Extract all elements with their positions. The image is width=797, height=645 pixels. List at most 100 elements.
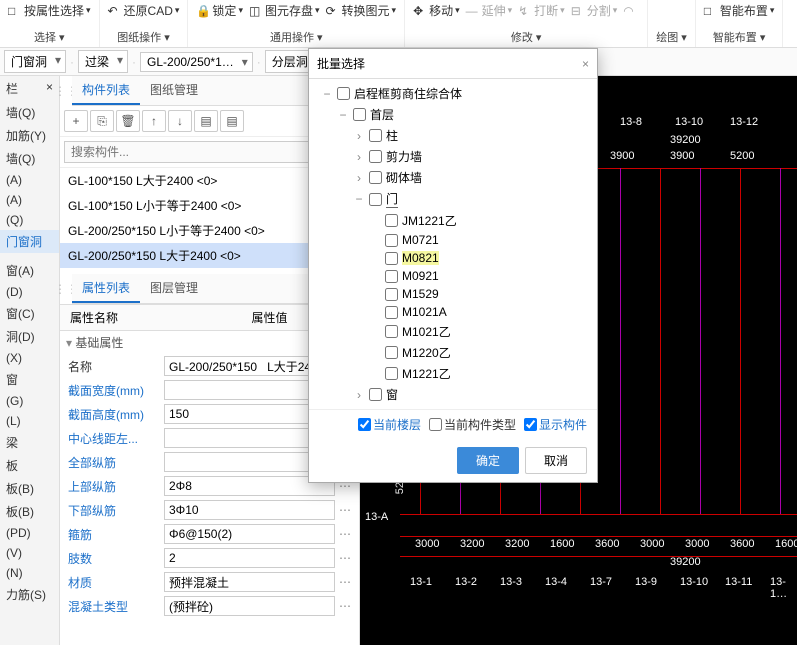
tree-node[interactable]: M1220乙 xyxy=(317,342,589,363)
sidebar-item[interactable]: 洞(D) xyxy=(0,325,59,348)
tree-label[interactable]: JM1221乙 xyxy=(402,212,457,229)
sidebar-item[interactable]: 墙(Q) xyxy=(0,147,59,170)
tree-label[interactable]: 砌体墙 xyxy=(386,169,422,186)
toolbar-button[interactable]: ↑ xyxy=(142,110,166,132)
tree-checkbox[interactable] xyxy=(337,87,350,100)
property-label[interactable]: 全部纵筋 xyxy=(64,454,164,471)
sidebar-item[interactable]: 板(B) xyxy=(0,500,59,523)
tree-checkbox[interactable] xyxy=(369,150,382,163)
tree-node[interactable]: − 首层 xyxy=(317,104,589,125)
sidebar-item[interactable]: (N) xyxy=(0,563,59,583)
tree-node[interactable]: JM1221乙 xyxy=(317,210,589,231)
panel-tab[interactable]: 构件列表 xyxy=(72,76,140,105)
tree-node[interactable]: ›窗 xyxy=(317,384,589,405)
toolbar-button[interactable]: + xyxy=(64,110,88,132)
sidebar-item[interactable]: 板(B) xyxy=(0,477,59,500)
property-more-icon[interactable]: ⋯ xyxy=(335,599,355,613)
tree-label[interactable]: M1021A xyxy=(402,305,447,319)
tree-checkbox[interactable] xyxy=(385,270,398,283)
property-label[interactable]: 截面高度(mm) xyxy=(64,406,164,423)
tree-label[interactable]: 剪力墙 xyxy=(386,148,422,165)
panel-tab[interactable]: 图纸管理 xyxy=(140,76,208,105)
toolbar-button[interactable]: 🗑 xyxy=(116,110,140,132)
sidebar-item[interactable]: (PD) xyxy=(0,523,59,543)
sidebar-item[interactable]: (Q) xyxy=(0,210,59,230)
ribbon-button[interactable]: ↶还原CAD ▾ xyxy=(108,2,180,19)
property-label[interactable]: 中心线距左... xyxy=(64,430,164,447)
tree-label[interactable]: 门 xyxy=(386,190,398,208)
sidebar-item[interactable]: 梁 xyxy=(0,431,59,454)
tree-node[interactable]: › 剪力墙 xyxy=(317,146,589,167)
tree-checkbox[interactable] xyxy=(385,234,398,247)
check-current-type[interactable]: 当前构件类型 xyxy=(429,416,516,433)
property-label[interactable]: 肢数 xyxy=(64,550,164,567)
property-more-icon[interactable]: ⋯ xyxy=(335,527,355,541)
toolbar-button[interactable]: ⎘ xyxy=(90,110,114,132)
sidebar-item[interactable]: (A) xyxy=(0,170,59,190)
sidebar-item[interactable]: 窗(A) xyxy=(0,259,59,282)
sidebar-item[interactable]: 板 xyxy=(0,454,59,477)
tree-node[interactable]: −门 xyxy=(317,188,589,210)
sidebar-item[interactable]: (A) xyxy=(0,190,59,210)
ribbon-button[interactable]: —延伸 ▾ xyxy=(466,2,513,19)
tree-checkbox[interactable] xyxy=(385,214,398,227)
tree-node[interactable]: M1221乙 xyxy=(317,363,589,384)
context-dropdown[interactable]: GL-200/250*1… xyxy=(140,52,253,72)
drag-handle-icon[interactable]: ⋮⋮ xyxy=(60,274,72,304)
ribbon-button[interactable]: ↯打断 ▾ xyxy=(518,2,565,19)
tree-checkbox[interactable] xyxy=(369,129,382,142)
tree-label[interactable]: 启程框剪商住综合体 xyxy=(354,85,462,102)
property-more-icon[interactable]: ⋯ xyxy=(335,551,355,565)
property-input[interactable] xyxy=(164,572,335,592)
sidebar-item[interactable]: 窗 xyxy=(0,368,59,391)
tree-node[interactable]: › 砌体墙 xyxy=(317,167,589,188)
expand-icon[interactable]: › xyxy=(353,150,365,164)
close-icon[interactable]: × xyxy=(46,80,53,97)
tree-checkbox[interactable] xyxy=(385,367,398,380)
tree-checkbox[interactable] xyxy=(369,388,382,401)
tree-label[interactable]: M1221乙 xyxy=(402,365,451,382)
sidebar-item[interactable]: (X) xyxy=(0,348,59,368)
ribbon-button[interactable]: ◠ xyxy=(623,4,639,18)
ribbon-button[interactable]: ◫图元存盘 ▾ xyxy=(249,2,320,19)
property-label[interactable]: 名称 xyxy=(64,358,164,375)
tree-checkbox[interactable] xyxy=(369,193,382,206)
ribbon-button[interactable]: □按属性选择 ▾ xyxy=(8,2,91,19)
ribbon-group-label[interactable]: 选择 ▾ xyxy=(34,29,65,45)
sidebar-tab[interactable]: 栏 xyxy=(6,80,18,97)
sidebar-item[interactable]: (V) xyxy=(0,543,59,563)
context-dropdown[interactable]: 门窗洞 xyxy=(4,50,66,73)
ribbon-group-label[interactable]: 通用操作 ▾ xyxy=(270,29,323,45)
expand-icon[interactable]: − xyxy=(337,108,349,122)
expand-icon[interactable]: › xyxy=(353,171,365,185)
ribbon-group-label[interactable]: 智能布置 ▾ xyxy=(713,29,766,45)
property-more-icon[interactable]: ⋯ xyxy=(335,503,355,517)
tree-label[interactable]: 柱 xyxy=(386,127,398,144)
property-input[interactable] xyxy=(164,548,335,568)
ribbon-group-label[interactable]: 修改 ▾ xyxy=(511,29,542,45)
ribbon-button[interactable]: ✥移动 ▾ xyxy=(413,2,460,19)
tree-checkbox[interactable] xyxy=(385,306,398,319)
context-dropdown[interactable]: 过梁 xyxy=(78,50,128,73)
property-input[interactable] xyxy=(164,524,335,544)
close-icon[interactable]: × xyxy=(582,57,589,71)
property-more-icon[interactable]: ⋯ xyxy=(335,575,355,589)
tree-label[interactable]: 窗 xyxy=(386,386,398,403)
tree-checkbox[interactable] xyxy=(353,108,366,121)
tree-label[interactable]: M0921 xyxy=(402,269,439,283)
tree-node[interactable]: M0721 xyxy=(317,231,589,249)
tree-node[interactable]: M0921 xyxy=(317,267,589,285)
property-label[interactable]: 箍筋 xyxy=(64,526,164,543)
tree-node[interactable]: M0821 xyxy=(317,249,589,267)
sidebar-item[interactable]: 加筋(Y) xyxy=(0,124,59,147)
sidebar-item[interactable]: (D) xyxy=(0,282,59,302)
ribbon-button[interactable]: ⟳转换图元 ▾ xyxy=(326,2,397,19)
tree-label[interactable]: 首层 xyxy=(370,106,394,123)
tree-node[interactable]: ›柱 xyxy=(317,125,589,146)
sidebar-item[interactable]: 窗(C) xyxy=(0,302,59,325)
tree-node[interactable]: M1529 xyxy=(317,285,589,303)
ribbon-button[interactable]: 🔒锁定 ▾ xyxy=(196,2,243,19)
expand-icon[interactable]: › xyxy=(353,129,365,143)
ribbon-group-label[interactable]: 图纸操作 ▾ xyxy=(117,29,170,45)
expand-icon[interactable]: − xyxy=(321,87,333,101)
